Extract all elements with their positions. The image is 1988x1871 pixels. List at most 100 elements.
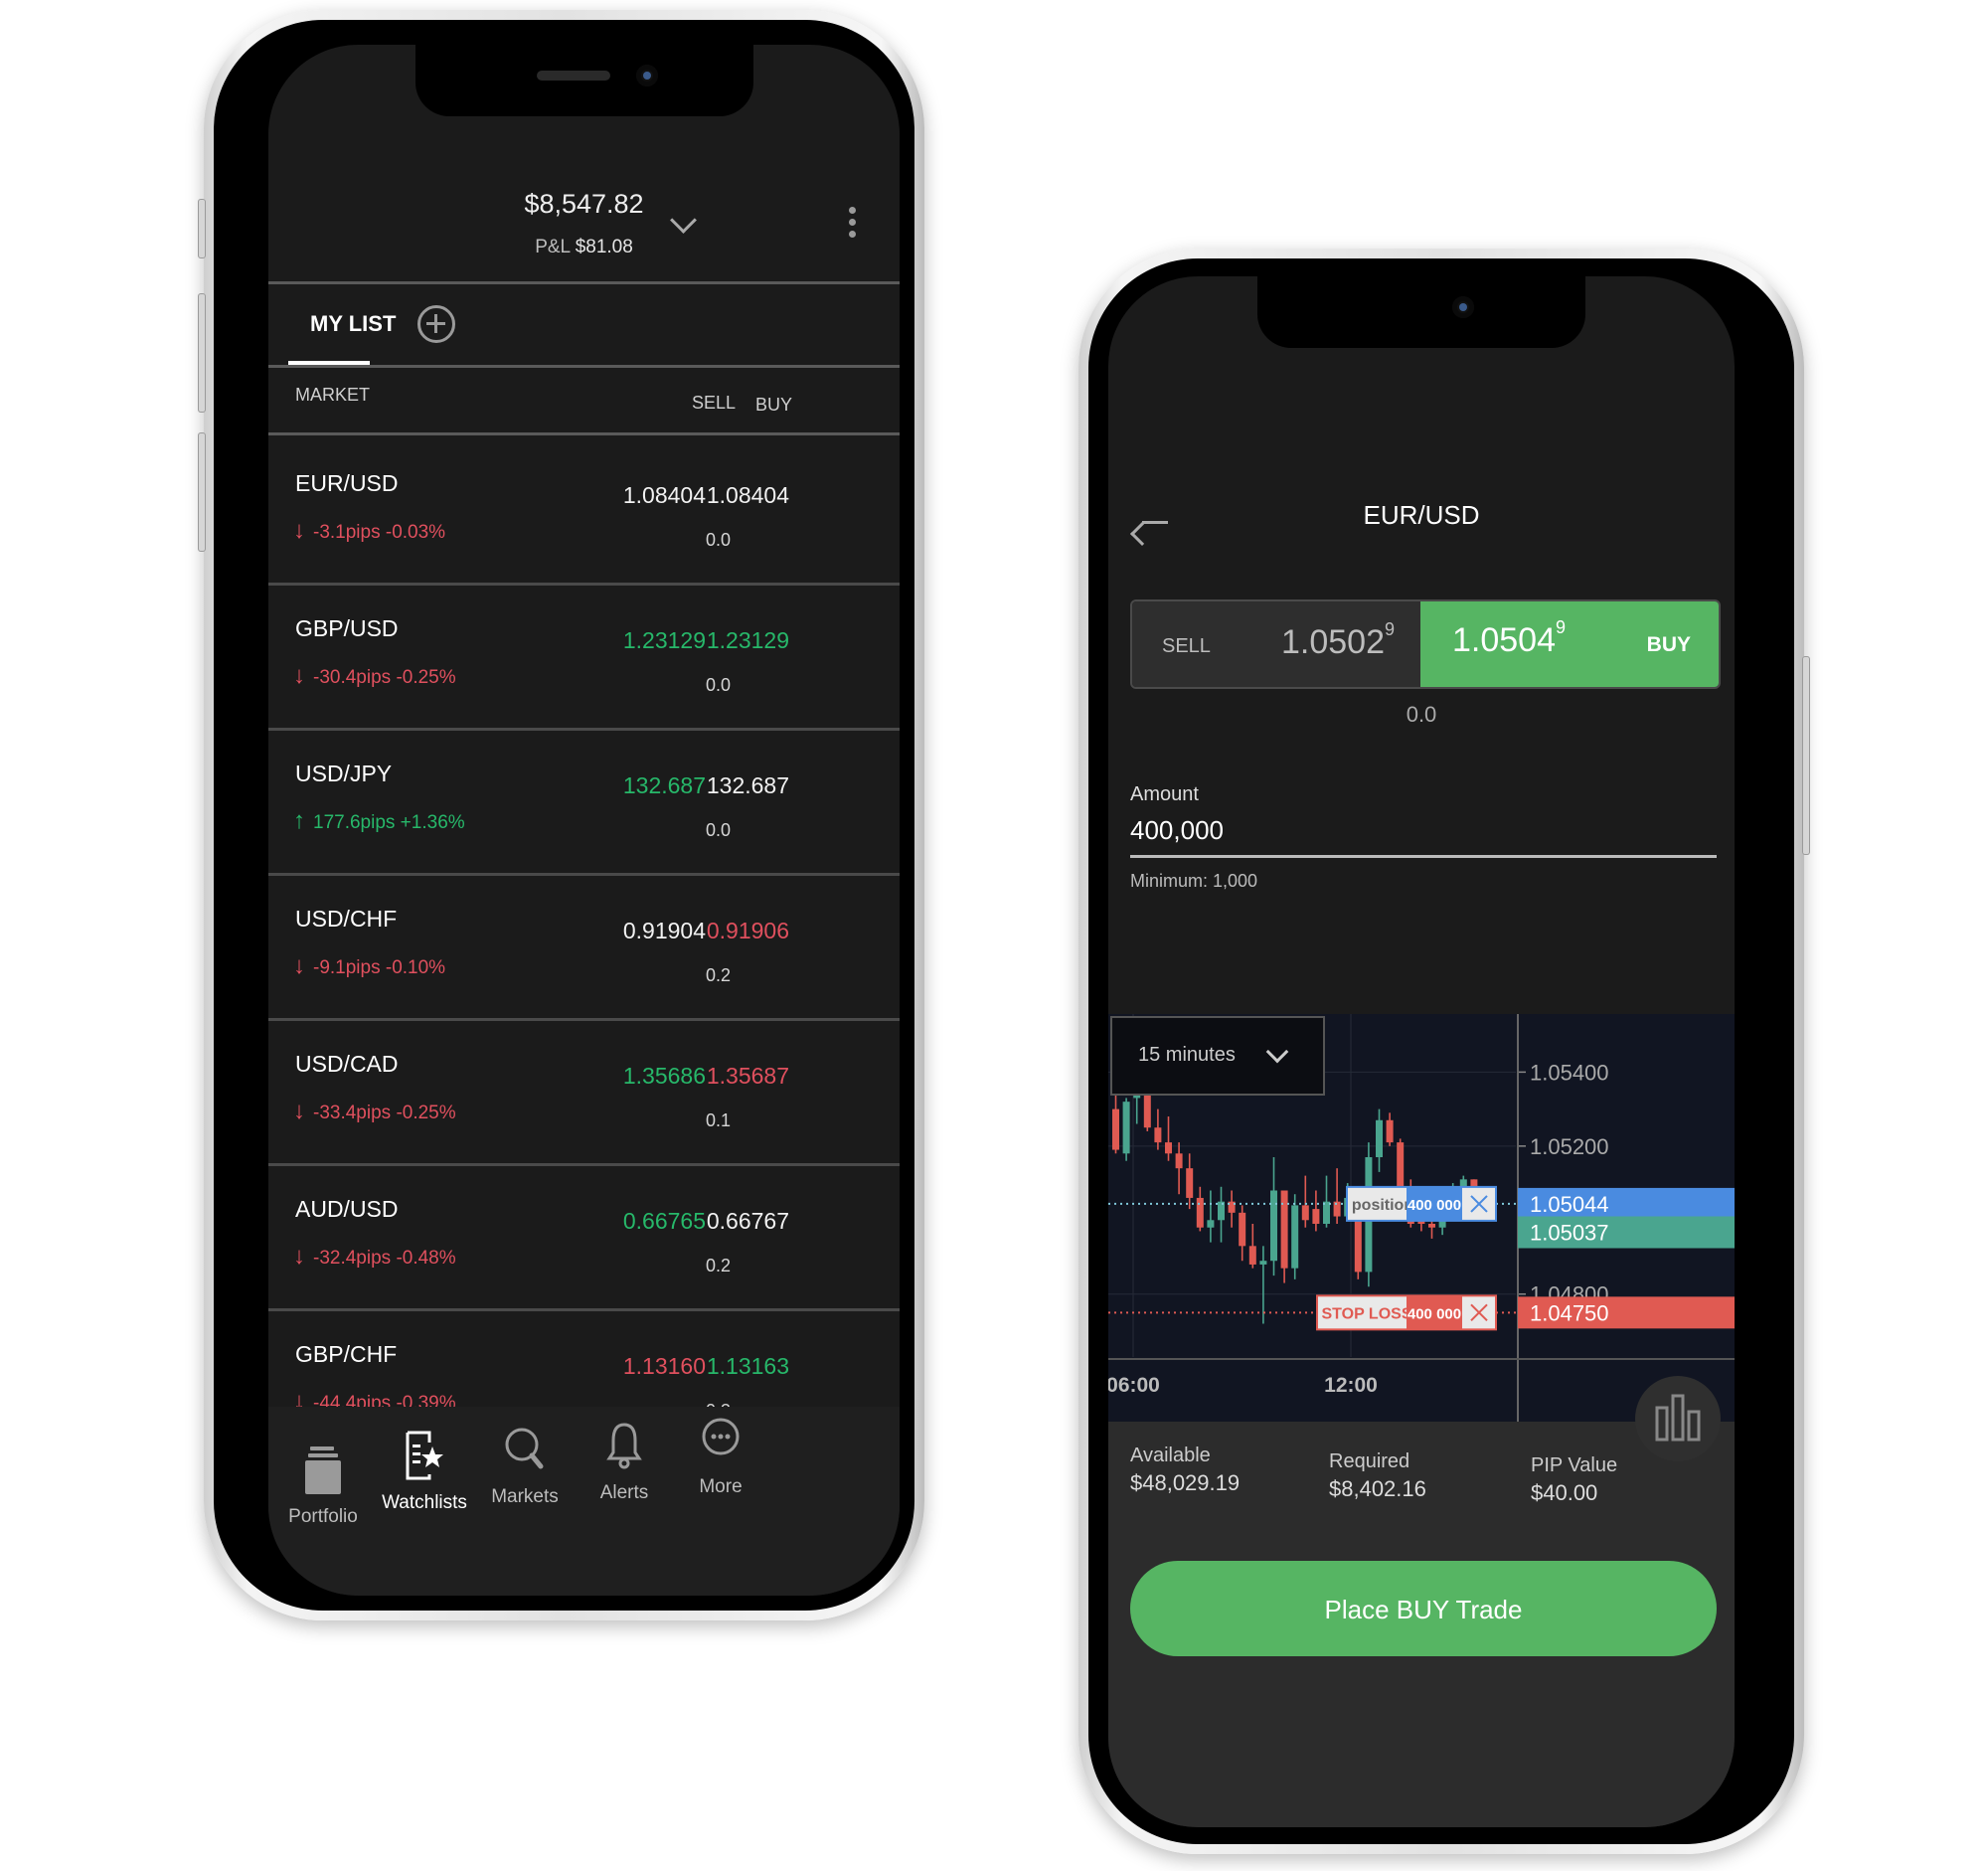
candle-body <box>1291 1205 1299 1269</box>
nav-label: More <box>699 1476 743 1497</box>
nav-markets[interactable]: Markets <box>470 1423 580 1508</box>
divider <box>268 432 900 435</box>
chevron-down-icon <box>1265 1040 1289 1064</box>
sell-price-pipette: 9 <box>1385 619 1396 639</box>
change-text: -3.1pips -0.03% <box>313 522 446 543</box>
nav-portfolio[interactable]: Portfolio <box>268 1443 378 1528</box>
arrow-down-icon: ↓ <box>293 952 305 979</box>
timeframe-select[interactable]: 15 minutes <box>1110 1016 1325 1096</box>
spread: 0.2 <box>706 1256 732 1276</box>
stat-label: PIP Value <box>1531 1454 1618 1476</box>
pair-name: EUR/USD <box>295 470 399 496</box>
stat-required: Required $8,402.16 <box>1329 1447 1426 1503</box>
pair-name: USD/CHF <box>295 906 398 932</box>
volume-up-button <box>198 293 206 413</box>
stat-value: $48,029.19 <box>1130 1470 1241 1495</box>
candle-body <box>1239 1212 1246 1247</box>
sell-price-main: 1.0502 <box>1281 623 1385 661</box>
spread: 0.2 <box>706 965 732 985</box>
amount-underline <box>1130 855 1717 858</box>
notch <box>414 45 753 116</box>
pair-name: USD/JPY <box>295 761 393 786</box>
sell-button[interactable]: SELL 1.05029 <box>1132 601 1420 687</box>
buy-price[interactable]: 1.08404 <box>662 482 789 509</box>
buy-price[interactable]: 0.66767 <box>662 1208 789 1235</box>
list-tabs: MY LIST <box>268 291 900 371</box>
market-row[interactable]: GBP/USD ↓ -30.4pips -0.25% 1.23129 1.23129 0.… <box>268 586 900 731</box>
market-row[interactable]: AUD/USD ↓ -32.4pips -0.48% 0.66765 0.66767 0.… <box>268 1166 900 1311</box>
divider <box>268 365 900 368</box>
price-label: 1.05037 <box>1530 1221 1609 1246</box>
buy-price[interactable]: 1.35687 <box>662 1063 789 1090</box>
amount-label: Amount <box>1130 783 1199 805</box>
instrument-title: EUR/USD <box>1363 500 1480 530</box>
place-trade-button[interactable]: Place BUY Trade <box>1130 1561 1717 1656</box>
pnl: P&L $81.08 <box>268 237 900 258</box>
arrow-up-icon: ↑ <box>293 807 305 834</box>
candle-body <box>1376 1119 1383 1157</box>
pnl-value: $81.08 <box>575 237 633 257</box>
buy-price[interactable]: 1.23129 <box>662 627 789 654</box>
plus-circle-icon[interactable] <box>417 305 455 343</box>
candle-body <box>1112 1108 1119 1150</box>
arrow-down-icon: ↓ <box>293 1098 305 1124</box>
change-text: -9.1pips -0.10% <box>313 957 446 978</box>
price-chart[interactable]: 1.05400 1.05200 1.04800 06:00 12:00 position 4… <box>1108 1014 1735 1422</box>
pair-name: GBP/USD <box>295 615 399 641</box>
buy-price-pipette: 9 <box>1556 617 1567 637</box>
divider <box>268 281 900 284</box>
power-button <box>1802 656 1810 855</box>
spread: 0.0 <box>706 820 732 840</box>
candle-body <box>1165 1142 1172 1154</box>
market-row[interactable]: EUR/USD ↓ -3.1pips -0.03% 1.08404 1.08404 0.0 <box>268 440 900 586</box>
buy-price[interactable]: 0.91906 <box>662 918 789 944</box>
stat-pip-value: PIP Value $40.00 <box>1531 1451 1617 1507</box>
arrow-down-icon: ↓ <box>293 517 305 544</box>
tab-my-list[interactable]: MY LIST <box>310 311 396 337</box>
account-header[interactable]: $8,547.82 P&L $81.08 <box>268 149 900 268</box>
order-quantity: 400 000 <box>1408 1305 1461 1322</box>
buy-price[interactable]: 132.687 <box>662 772 789 799</box>
change-text: -30.4pips -0.25% <box>313 667 456 688</box>
nav-label: Markets <box>491 1486 559 1507</box>
nav-label: Watchlists <box>382 1492 467 1513</box>
stat-available: Available $48,029.19 <box>1130 1442 1240 1497</box>
daily-change: ↓ -33.4pips -0.25% <box>293 1098 456 1124</box>
nav-more[interactable]: More <box>666 1413 775 1498</box>
notch <box>1257 276 1585 348</box>
mute-switch <box>198 199 206 258</box>
order-label: position <box>1352 1197 1413 1214</box>
candle-body <box>1270 1190 1277 1262</box>
market-row[interactable]: USD/CAD ↓ -33.4pips -0.25% 1.35686 1.35687 0.… <box>268 1021 900 1166</box>
sell-label: SELL <box>1162 635 1211 657</box>
buy-price[interactable]: 1.13163 <box>662 1353 789 1380</box>
watchlist-screen: $8,547.82 P&L $81.08 MY LIST MARKET SELL… <box>268 45 900 1596</box>
market-row[interactable]: USD/CHF ↓ -9.1pips -0.10% 0.91904 0.91906 0.2 <box>268 876 900 1021</box>
column-headers: MARKET SELL BUY <box>268 383 900 423</box>
front-camera <box>1452 296 1474 318</box>
pair-name: AUD/USD <box>295 1196 399 1222</box>
x-tick-label: 12:00 <box>1324 1374 1378 1397</box>
volume-down-button <box>198 432 206 552</box>
nav-alerts[interactable]: Alerts <box>570 1419 679 1504</box>
phone-trade: EUR/USD SELL 1.05029 1.05049 BUY 0.0 Amo… <box>1078 249 1810 1854</box>
candle-body <box>1323 1201 1330 1224</box>
candle-body <box>1312 1209 1320 1224</box>
price-label: 1.04750 <box>1530 1300 1609 1325</box>
candle-body <box>1386 1119 1394 1143</box>
chart-toggle-button[interactable] <box>1635 1376 1721 1461</box>
candle-body <box>1175 1153 1183 1169</box>
y-tick-label: 1.05200 <box>1530 1134 1609 1159</box>
portfolio-icon <box>298 1443 348 1498</box>
trade-screen: EUR/USD SELL 1.05029 1.05049 BUY 0.0 Amo… <box>1108 276 1735 1827</box>
candle-body <box>1280 1190 1288 1269</box>
market-row[interactable]: USD/JPY ↑ 177.6pips +1.36% 132.687 132.687 0.… <box>268 731 900 876</box>
nav-watchlists[interactable]: Watchlists <box>370 1429 479 1514</box>
more-vertical-icon[interactable] <box>849 207 857 243</box>
buy-button[interactable]: 1.05049 BUY <box>1420 601 1719 687</box>
x-tick-label: 06:00 <box>1108 1374 1160 1397</box>
watchlist-star-icon <box>400 1429 449 1484</box>
amount-input[interactable]: 400,000 <box>1130 815 1224 846</box>
column-market: MARKET <box>295 385 371 405</box>
stat-value: $40.00 <box>1531 1480 1598 1505</box>
